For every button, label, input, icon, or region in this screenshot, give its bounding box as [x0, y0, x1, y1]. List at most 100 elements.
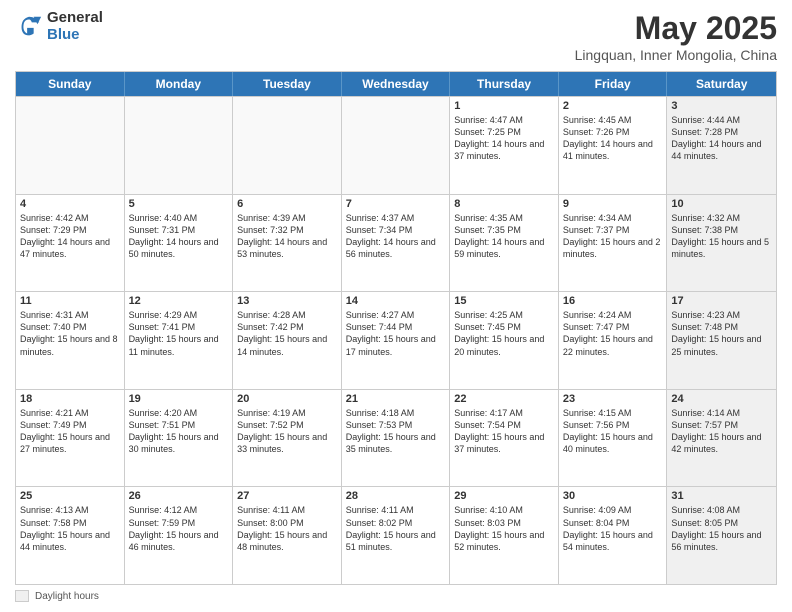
- calendar-cell: 8 Sunrise: 4:35 AM Sunset: 7:35 PM Daylig…: [450, 195, 559, 292]
- calendar-cell: 29 Sunrise: 4:10 AM Sunset: 8:03 PM Dayli…: [450, 487, 559, 584]
- calendar: Sunday Monday Tuesday Wednesday Thursday…: [15, 71, 777, 585]
- cell-info: Sunrise: 4:20 AM Sunset: 7:51 PM Dayligh…: [129, 407, 229, 456]
- day-number: 7: [346, 198, 446, 210]
- cell-info: Sunrise: 4:21 AM Sunset: 7:49 PM Dayligh…: [20, 407, 120, 456]
- calendar-cell: 9 Sunrise: 4:34 AM Sunset: 7:37 PM Daylig…: [559, 195, 668, 292]
- day-number: 28: [346, 490, 446, 502]
- header-monday: Monday: [125, 72, 234, 96]
- calendar-cell: 30 Sunrise: 4:09 AM Sunset: 8:04 PM Dayli…: [559, 487, 668, 584]
- daylight-legend-box: [15, 590, 29, 602]
- day-number: 24: [671, 393, 772, 405]
- day-number: 23: [563, 393, 663, 405]
- header-thursday: Thursday: [450, 72, 559, 96]
- cell-info: Sunrise: 4:32 AM Sunset: 7:38 PM Dayligh…: [671, 212, 772, 261]
- day-number: 1: [454, 100, 554, 112]
- cell-info: Sunrise: 4:39 AM Sunset: 7:32 PM Dayligh…: [237, 212, 337, 261]
- logo-icon: [15, 13, 43, 41]
- month-title: May 2025: [575, 10, 777, 47]
- cell-info: Sunrise: 4:08 AM Sunset: 8:05 PM Dayligh…: [671, 504, 772, 553]
- header-friday: Friday: [559, 72, 668, 96]
- day-number: 20: [237, 393, 337, 405]
- day-number: 17: [671, 295, 772, 307]
- day-number: 12: [129, 295, 229, 307]
- day-number: 11: [20, 295, 120, 307]
- calendar-cell: 28 Sunrise: 4:11 AM Sunset: 8:02 PM Dayli…: [342, 487, 451, 584]
- calendar-cell: 10 Sunrise: 4:32 AM Sunset: 7:38 PM Dayli…: [667, 195, 776, 292]
- calendar-cell: 1 Sunrise: 4:47 AM Sunset: 7:25 PM Daylig…: [450, 97, 559, 194]
- day-number: 29: [454, 490, 554, 502]
- day-number: 2: [563, 100, 663, 112]
- cell-info: Sunrise: 4:14 AM Sunset: 7:57 PM Dayligh…: [671, 407, 772, 456]
- cell-info: Sunrise: 4:34 AM Sunset: 7:37 PM Dayligh…: [563, 212, 663, 261]
- calendar-cell: [342, 97, 451, 194]
- day-number: 5: [129, 198, 229, 210]
- cell-info: Sunrise: 4:13 AM Sunset: 7:58 PM Dayligh…: [20, 504, 120, 553]
- cell-info: Sunrise: 4:31 AM Sunset: 7:40 PM Dayligh…: [20, 309, 120, 358]
- calendar-cell: 16Sunrise: 4:24 AM Sunset: 7:47 PM Dayli…: [559, 292, 668, 389]
- daylight-label: Daylight hours: [35, 591, 99, 602]
- cell-info: Sunrise: 4:40 AM Sunset: 7:31 PM Dayligh…: [129, 212, 229, 261]
- calendar-cell: 17Sunrise: 4:23 AM Sunset: 7:48 PM Dayli…: [667, 292, 776, 389]
- cell-info: Sunrise: 4:44 AM Sunset: 7:28 PM Dayligh…: [671, 114, 772, 163]
- header-tuesday: Tuesday: [233, 72, 342, 96]
- cell-info: Sunrise: 4:27 AM Sunset: 7:44 PM Dayligh…: [346, 309, 446, 358]
- calendar-header: Sunday Monday Tuesday Wednesday Thursday…: [16, 72, 776, 96]
- calendar-cell: [125, 97, 234, 194]
- calendar-cell: 24 Sunrise: 4:14 AM Sunset: 7:57 PM Dayli…: [667, 390, 776, 487]
- calendar-cell: 7 Sunrise: 4:37 AM Sunset: 7:34 PM Daylig…: [342, 195, 451, 292]
- day-number: 15: [454, 295, 554, 307]
- calendar-cell: 22 Sunrise: 4:17 AM Sunset: 7:54 PM Dayli…: [450, 390, 559, 487]
- day-number: 10: [671, 198, 772, 210]
- calendar-cell: 26 Sunrise: 4:12 AM Sunset: 7:59 PM Dayli…: [125, 487, 234, 584]
- cell-info: Sunrise: 4:19 AM Sunset: 7:52 PM Dayligh…: [237, 407, 337, 456]
- cell-info: Sunrise: 4:10 AM Sunset: 8:03 PM Dayligh…: [454, 504, 554, 553]
- day-number: 6: [237, 198, 337, 210]
- cell-info: Sunrise: 4:17 AM Sunset: 7:54 PM Dayligh…: [454, 407, 554, 456]
- day-number: 8: [454, 198, 554, 210]
- calendar-body: 1 Sunrise: 4:47 AM Sunset: 7:25 PM Daylig…: [16, 96, 776, 584]
- cell-info: Sunrise: 4:29 AM Sunset: 7:41 PM Dayligh…: [129, 309, 229, 358]
- cell-info: Sunrise: 4:15 AM Sunset: 7:56 PM Dayligh…: [563, 407, 663, 456]
- calendar-cell: 14Sunrise: 4:27 AM Sunset: 7:44 PM Dayli…: [342, 292, 451, 389]
- calendar-cell: 25 Sunrise: 4:13 AM Sunset: 7:58 PM Dayli…: [16, 487, 125, 584]
- calendar-cell: 12 Sunrise: 4:29 AM Sunset: 7:41 PM Dayli…: [125, 292, 234, 389]
- header-sunday: Sunday: [16, 72, 125, 96]
- day-number: 22: [454, 393, 554, 405]
- cell-info: Sunrise: 4:11 AM Sunset: 8:00 PM Dayligh…: [237, 504, 337, 553]
- cell-info: Sunrise: 4:37 AM Sunset: 7:34 PM Dayligh…: [346, 212, 446, 261]
- header-wednesday: Wednesday: [342, 72, 451, 96]
- calendar-week-4: 18Sunrise: 4:21 AM Sunset: 7:49 PM Dayli…: [16, 389, 776, 487]
- day-number: 27: [237, 490, 337, 502]
- day-number: 13: [237, 295, 337, 307]
- calendar-week-1: 1 Sunrise: 4:47 AM Sunset: 7:25 PM Daylig…: [16, 96, 776, 194]
- calendar-cell: 2Sunrise: 4:45 AM Sunset: 7:26 PM Daylig…: [559, 97, 668, 194]
- header: General Blue May 2025 Lingquan, Inner Mo…: [15, 10, 777, 63]
- cell-info: Sunrise: 4:18 AM Sunset: 7:53 PM Dayligh…: [346, 407, 446, 456]
- title-block: May 2025 Lingquan, Inner Mongolia, China: [575, 10, 777, 63]
- calendar-cell: [233, 97, 342, 194]
- footer: Daylight hours: [15, 590, 777, 602]
- cell-info: Sunrise: 4:25 AM Sunset: 7:45 PM Dayligh…: [454, 309, 554, 358]
- calendar-cell: 31 Sunrise: 4:08 AM Sunset: 8:05 PM Dayli…: [667, 487, 776, 584]
- day-number: 31: [671, 490, 772, 502]
- day-number: 9: [563, 198, 663, 210]
- cell-info: Sunrise: 4:47 AM Sunset: 7:25 PM Dayligh…: [454, 114, 554, 163]
- day-number: 30: [563, 490, 663, 502]
- logo: General Blue: [15, 10, 103, 43]
- cell-info: Sunrise: 4:11 AM Sunset: 8:02 PM Dayligh…: [346, 504, 446, 553]
- calendar-cell: [16, 97, 125, 194]
- calendar-week-2: 4Sunrise: 4:42 AM Sunset: 7:29 PM Daylig…: [16, 194, 776, 292]
- calendar-cell: 3Sunrise: 4:44 AM Sunset: 7:28 PM Daylig…: [667, 97, 776, 194]
- logo-text: General Blue: [47, 10, 103, 43]
- cell-info: Sunrise: 4:35 AM Sunset: 7:35 PM Dayligh…: [454, 212, 554, 261]
- day-number: 26: [129, 490, 229, 502]
- day-number: 25: [20, 490, 120, 502]
- calendar-week-5: 25 Sunrise: 4:13 AM Sunset: 7:58 PM Dayli…: [16, 486, 776, 584]
- cell-info: Sunrise: 4:24 AM Sunset: 7:47 PM Dayligh…: [563, 309, 663, 358]
- calendar-cell: 23 Sunrise: 4:15 AM Sunset: 7:56 PM Dayli…: [559, 390, 668, 487]
- calendar-cell: 27 Sunrise: 4:11 AM Sunset: 8:00 PM Dayli…: [233, 487, 342, 584]
- cell-info: Sunrise: 4:09 AM Sunset: 8:04 PM Dayligh…: [563, 504, 663, 553]
- calendar-cell: 18Sunrise: 4:21 AM Sunset: 7:49 PM Dayli…: [16, 390, 125, 487]
- cell-info: Sunrise: 4:28 AM Sunset: 7:42 PM Dayligh…: [237, 309, 337, 358]
- cell-info: Sunrise: 4:12 AM Sunset: 7:59 PM Dayligh…: [129, 504, 229, 553]
